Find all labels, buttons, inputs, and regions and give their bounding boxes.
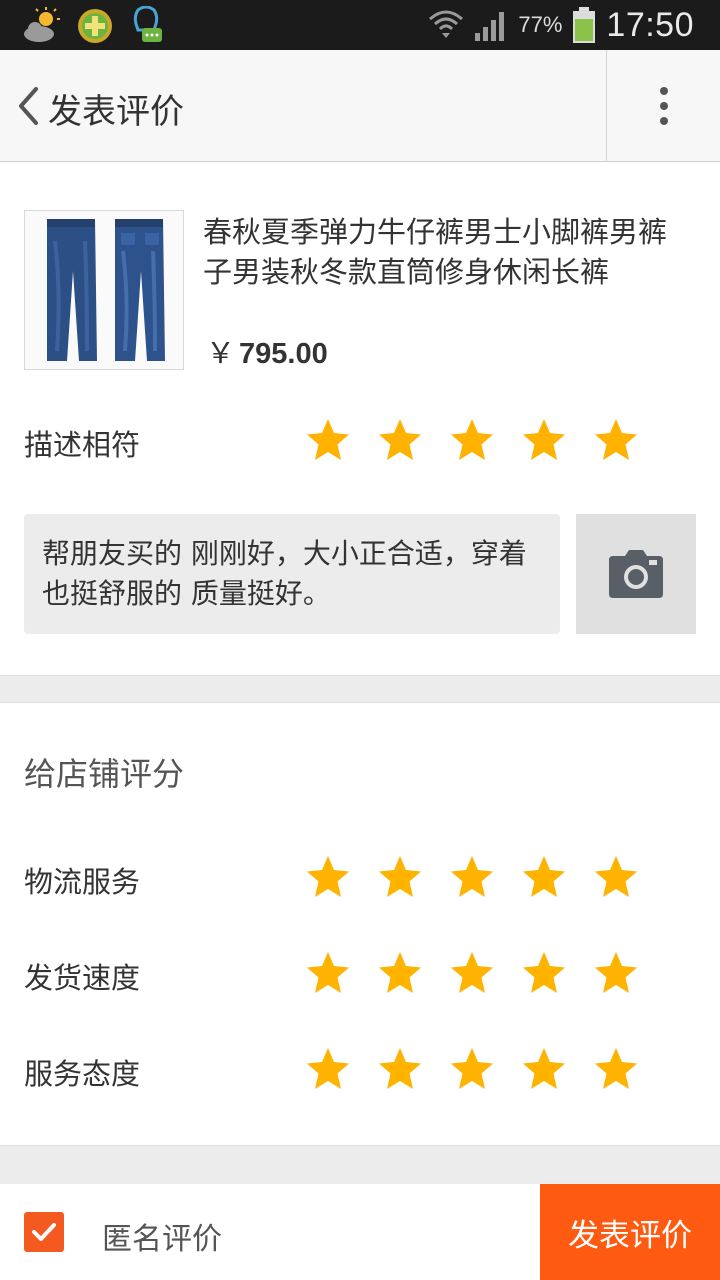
- more-menu-button[interactable]: [607, 50, 720, 162]
- star-icon[interactable]: [520, 853, 568, 901]
- star-icon[interactable]: [448, 416, 496, 464]
- star-icon[interactable]: [520, 416, 568, 464]
- star-icon[interactable]: [448, 853, 496, 901]
- rating-label: 发货速度: [24, 961, 141, 995]
- star-rating[interactable]: [304, 1045, 640, 1093]
- chat-bubble-icon: [133, 6, 162, 42]
- currency-symbol: ￥: [206, 338, 236, 370]
- jeans-image: [25, 211, 183, 369]
- weather-icon: [24, 7, 60, 42]
- star-icon[interactable]: [304, 1045, 352, 1093]
- clock: 17:50: [606, 5, 694, 44]
- rating-row-shipping-speed: 发货速度: [24, 945, 704, 1005]
- star-icon[interactable]: [376, 416, 424, 464]
- star-icon[interactable]: [592, 416, 640, 464]
- bottom-action-bar: 匿名评价 发表评价: [0, 1184, 720, 1280]
- star-rating[interactable]: [304, 853, 640, 901]
- star-icon[interactable]: [376, 1045, 424, 1093]
- product-review-card: 春秋夏季弹力牛仔裤男士小脚裤男裤子男装秋冬款直筒修身休闲长裤 ￥ 795.00 描…: [0, 162, 720, 676]
- rating-row-description: 描述相符: [24, 412, 704, 472]
- submit-review-button[interactable]: 发表评价: [540, 1184, 720, 1280]
- anonymous-label[interactable]: 匿名评价: [102, 1214, 222, 1258]
- star-icon[interactable]: [592, 1045, 640, 1093]
- anonymous-checkbox[interactable]: [24, 1212, 64, 1252]
- product-price: ￥ 795.00: [206, 330, 328, 372]
- star-icon[interactable]: [592, 853, 640, 901]
- star-icon[interactable]: [304, 853, 352, 901]
- chevron-left-icon: [19, 87, 38, 125]
- star-rating[interactable]: [304, 416, 640, 464]
- rating-row-service-attitude: 服务态度: [24, 1041, 704, 1101]
- page-title: 发表评价: [48, 92, 184, 132]
- star-rating[interactable]: [304, 949, 640, 997]
- rating-row-logistics: 物流服务: [24, 849, 704, 909]
- battery-icon: [573, 7, 596, 43]
- star-icon[interactable]: [448, 949, 496, 997]
- shop-rating-card: 给店铺评分 物流服务 发货速度 服务态度: [0, 702, 720, 1146]
- rating-label: 服务态度: [24, 1057, 141, 1091]
- rating-label: 物流服务: [24, 865, 141, 899]
- add-photo-button[interactable]: [576, 514, 696, 634]
- header-bar: 发表评价: [0, 50, 720, 162]
- price-value: 795.00: [239, 338, 328, 370]
- wifi-icon: [429, 10, 464, 38]
- camera-icon: [609, 550, 663, 598]
- star-icon[interactable]: [448, 1045, 496, 1093]
- star-icon[interactable]: [304, 949, 352, 997]
- product-thumbnail[interactable]: [24, 210, 184, 370]
- status-bar: 77% 17:50: [0, 0, 720, 50]
- section-title: 给店铺评分: [24, 755, 185, 793]
- rating-label: 描述相符: [24, 428, 141, 462]
- plus-app-icon: [78, 9, 112, 43]
- comment-textarea[interactable]: 帮朋友买的 刚刚好，大小正合适，穿着也挺舒服的 质量挺好。: [24, 514, 560, 634]
- product-title: 春秋夏季弹力牛仔裤男士小脚裤男裤子男装秋冬款直筒修身休闲长裤: [203, 215, 668, 289]
- star-icon[interactable]: [376, 853, 424, 901]
- star-icon[interactable]: [376, 949, 424, 997]
- more-vertical-icon: [659, 87, 668, 125]
- battery-percent: 77%: [518, 12, 563, 37]
- signal-icon: [475, 12, 505, 41]
- checkmark-icon: [32, 1223, 56, 1241]
- notification-icons: [22, 6, 164, 46]
- star-icon[interactable]: [592, 949, 640, 997]
- back-button[interactable]: [10, 80, 46, 132]
- star-icon[interactable]: [520, 949, 568, 997]
- star-icon[interactable]: [304, 416, 352, 464]
- star-icon[interactable]: [520, 1045, 568, 1093]
